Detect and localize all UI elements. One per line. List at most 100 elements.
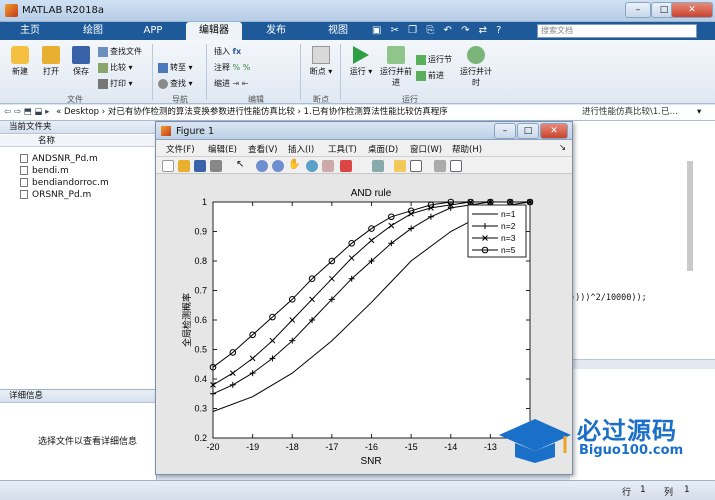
quick-access-toolbar[interactable]: ▣ ✂ ❐ ⎘ ↶ ↷ ⇄ ? bbox=[372, 25, 522, 37]
colorbar-icon[interactable] bbox=[394, 160, 406, 172]
breakpoint-button[interactable]: 断点 ▾ bbox=[306, 46, 336, 77]
run-button[interactable]: 运行 ▾ bbox=[344, 46, 378, 77]
file-item[interactable]: ANDSNR_Pd.m bbox=[20, 153, 98, 165]
tab-apps[interactable]: APP bbox=[128, 22, 178, 40]
menu-help[interactable]: 帮助(H) bbox=[452, 143, 482, 155]
find-files-button[interactable]: 查找文件 bbox=[98, 46, 142, 57]
tab-view[interactable]: 视图 bbox=[312, 22, 364, 40]
folder-path: « Desktop › 对已有协作检测的算法变换参数进行性能仿真比较 › 1.已… bbox=[56, 107, 448, 117]
save-icon[interactable] bbox=[194, 160, 206, 172]
print-icon[interactable] bbox=[210, 160, 222, 172]
legend[interactable]: n=1 n=2 n=3 n=5 bbox=[467, 204, 527, 258]
current-folder-address-bar[interactable]: ⇦ ⇨ ⬒ ⬓ ▸ « Desktop › 对已有协作检测的算法变换参数进行性能… bbox=[0, 105, 715, 121]
legend-label: n=3 bbox=[501, 233, 516, 243]
zoom-out-icon[interactable] bbox=[272, 160, 284, 172]
compare-button[interactable]: 比较 ▾ bbox=[98, 62, 133, 73]
menu-edit[interactable]: 编辑(E) bbox=[208, 143, 237, 155]
graduation-cap-icon bbox=[499, 419, 571, 451]
watermark-text: 必过源码 bbox=[577, 417, 677, 445]
editor-scrollbar[interactable] bbox=[687, 161, 693, 271]
figure-toolbar: ↖ ✋ bbox=[156, 156, 572, 174]
indent-button[interactable]: 缩进 ⇥ ⇤ bbox=[214, 78, 249, 89]
run-section-icon bbox=[416, 54, 426, 65]
brush-icon[interactable] bbox=[340, 160, 352, 172]
run-and-time-button[interactable]: 运行并计时 bbox=[460, 46, 492, 88]
run-time-icon bbox=[467, 46, 485, 64]
data-cursor-icon[interactable] bbox=[322, 160, 334, 172]
menu-view[interactable]: 查看(V) bbox=[248, 143, 277, 155]
insert-button[interactable]: 插入 fx bbox=[214, 46, 241, 57]
x-tick-label: -18 bbox=[286, 442, 299, 452]
goto-button[interactable]: 转至 ▾ bbox=[158, 62, 193, 73]
minimize-button[interactable]: – bbox=[625, 2, 651, 18]
m-file-icon bbox=[20, 190, 28, 199]
nav-arrows-icon[interactable]: ⇦ ⇨ ⬒ ⬓ ▸ bbox=[0, 107, 53, 117]
m-file-icon bbox=[20, 154, 28, 163]
search-docs-input[interactable]: 搜索文档 bbox=[537, 24, 697, 38]
figure-close-button[interactable]: ✕ bbox=[540, 123, 568, 139]
watermark: 必过源码 Biguo100.com bbox=[495, 405, 705, 467]
tab-editor[interactable]: 编辑器 bbox=[186, 22, 242, 40]
save-button[interactable]: 保存 bbox=[66, 46, 96, 77]
app-title-bar: MATLAB R2018a – □ ✕ bbox=[0, 0, 715, 22]
close-button[interactable]: ✕ bbox=[671, 2, 713, 18]
pointer-icon[interactable]: ↖ bbox=[236, 159, 244, 170]
print-button[interactable]: 打印 ▾ bbox=[98, 78, 133, 89]
open-icon[interactable] bbox=[178, 160, 190, 172]
y-tick-label: 0.3 bbox=[194, 404, 207, 414]
find-button[interactable]: 查找 ▾ bbox=[158, 78, 193, 89]
editor-ribbon: 新建 打开 保存 查找文件 比较 ▾ 打印 ▾ 文件 转至 ▾ 查找 ▾ 导航 … bbox=[0, 40, 715, 104]
compare-icon bbox=[98, 62, 108, 73]
address-path-tail: 进行性能仿真比较\1.已… bbox=[582, 105, 678, 120]
menu-insert[interactable]: 插入(I) bbox=[288, 143, 314, 155]
legend-icon[interactable] bbox=[410, 160, 422, 172]
file-item[interactable]: bendi.m bbox=[20, 165, 69, 177]
menu-file[interactable]: 文件(F) bbox=[166, 143, 195, 155]
comment-button[interactable]: 注释 % % bbox=[214, 62, 250, 73]
link-icon[interactable] bbox=[372, 160, 384, 172]
y-tick-label: 0.9 bbox=[194, 227, 207, 237]
menu-desktop[interactable]: 桌面(D) bbox=[368, 143, 398, 155]
x-tick-label: -16 bbox=[365, 442, 378, 452]
details-title: 详细信息 bbox=[0, 390, 157, 403]
toolstrip-tabs: 主页 绘图 APP 编辑器 发布 视图 ▣ ✂ ❐ ⎘ ↶ ↷ ⇄ ? 搜索文档 bbox=[0, 22, 715, 40]
name-column-header[interactable]: 名称 bbox=[0, 135, 157, 147]
m-file-icon bbox=[20, 166, 28, 175]
indent-icon: ⇥ ⇤ bbox=[232, 79, 249, 88]
tab-plots[interactable]: 绘图 bbox=[68, 22, 118, 40]
ribbon-separator bbox=[206, 44, 207, 100]
pan-hand-icon[interactable]: ✋ bbox=[288, 159, 300, 170]
run-section-button[interactable]: 运行节 bbox=[416, 54, 452, 65]
file-item[interactable]: ORSNR_Pd.m bbox=[20, 189, 91, 201]
figure-minimize-button[interactable]: – bbox=[494, 123, 516, 139]
x-tick-label: -19 bbox=[246, 442, 259, 452]
figure-maximize-button[interactable]: □ bbox=[517, 123, 539, 139]
file-item[interactable]: bendiandorroc.m bbox=[20, 177, 109, 189]
save-icon bbox=[72, 46, 90, 64]
menu-tools[interactable]: 工具(T) bbox=[328, 143, 357, 155]
zoom-in-icon[interactable] bbox=[256, 160, 268, 172]
legend-label: n=5 bbox=[501, 245, 516, 255]
open-button[interactable]: 打开 bbox=[36, 46, 66, 77]
new-figure-icon[interactable] bbox=[162, 160, 174, 172]
undock-icon[interactable]: ↘ bbox=[559, 143, 566, 153]
tab-home[interactable]: 主页 bbox=[8, 22, 52, 40]
x-tick-label: -20 bbox=[206, 442, 219, 452]
hide-tools-icon[interactable] bbox=[434, 160, 446, 172]
new-button[interactable]: 新建 bbox=[5, 46, 35, 77]
current-folder-title: 当前文件夹 bbox=[0, 121, 157, 134]
browse-folder-icon[interactable]: ▾ bbox=[697, 105, 701, 120]
x-tick-label: -15 bbox=[405, 442, 418, 452]
app-title: MATLAB R2018a bbox=[22, 5, 105, 16]
menu-window[interactable]: 窗口(W) bbox=[410, 143, 442, 155]
tab-publish[interactable]: 发布 bbox=[250, 22, 302, 40]
advance-button[interactable]: 前进 bbox=[416, 70, 444, 81]
run-play-icon bbox=[353, 46, 369, 64]
run-and-advance-button[interactable]: 运行并前进 bbox=[380, 46, 412, 88]
y-tick-label: 0.7 bbox=[194, 286, 207, 296]
rotate-icon[interactable] bbox=[306, 160, 318, 172]
goto-icon bbox=[158, 62, 168, 73]
watermark-url: Biguo100.com bbox=[579, 443, 684, 458]
show-tools-icon[interactable] bbox=[450, 160, 462, 172]
ribbon-separator bbox=[300, 44, 301, 100]
